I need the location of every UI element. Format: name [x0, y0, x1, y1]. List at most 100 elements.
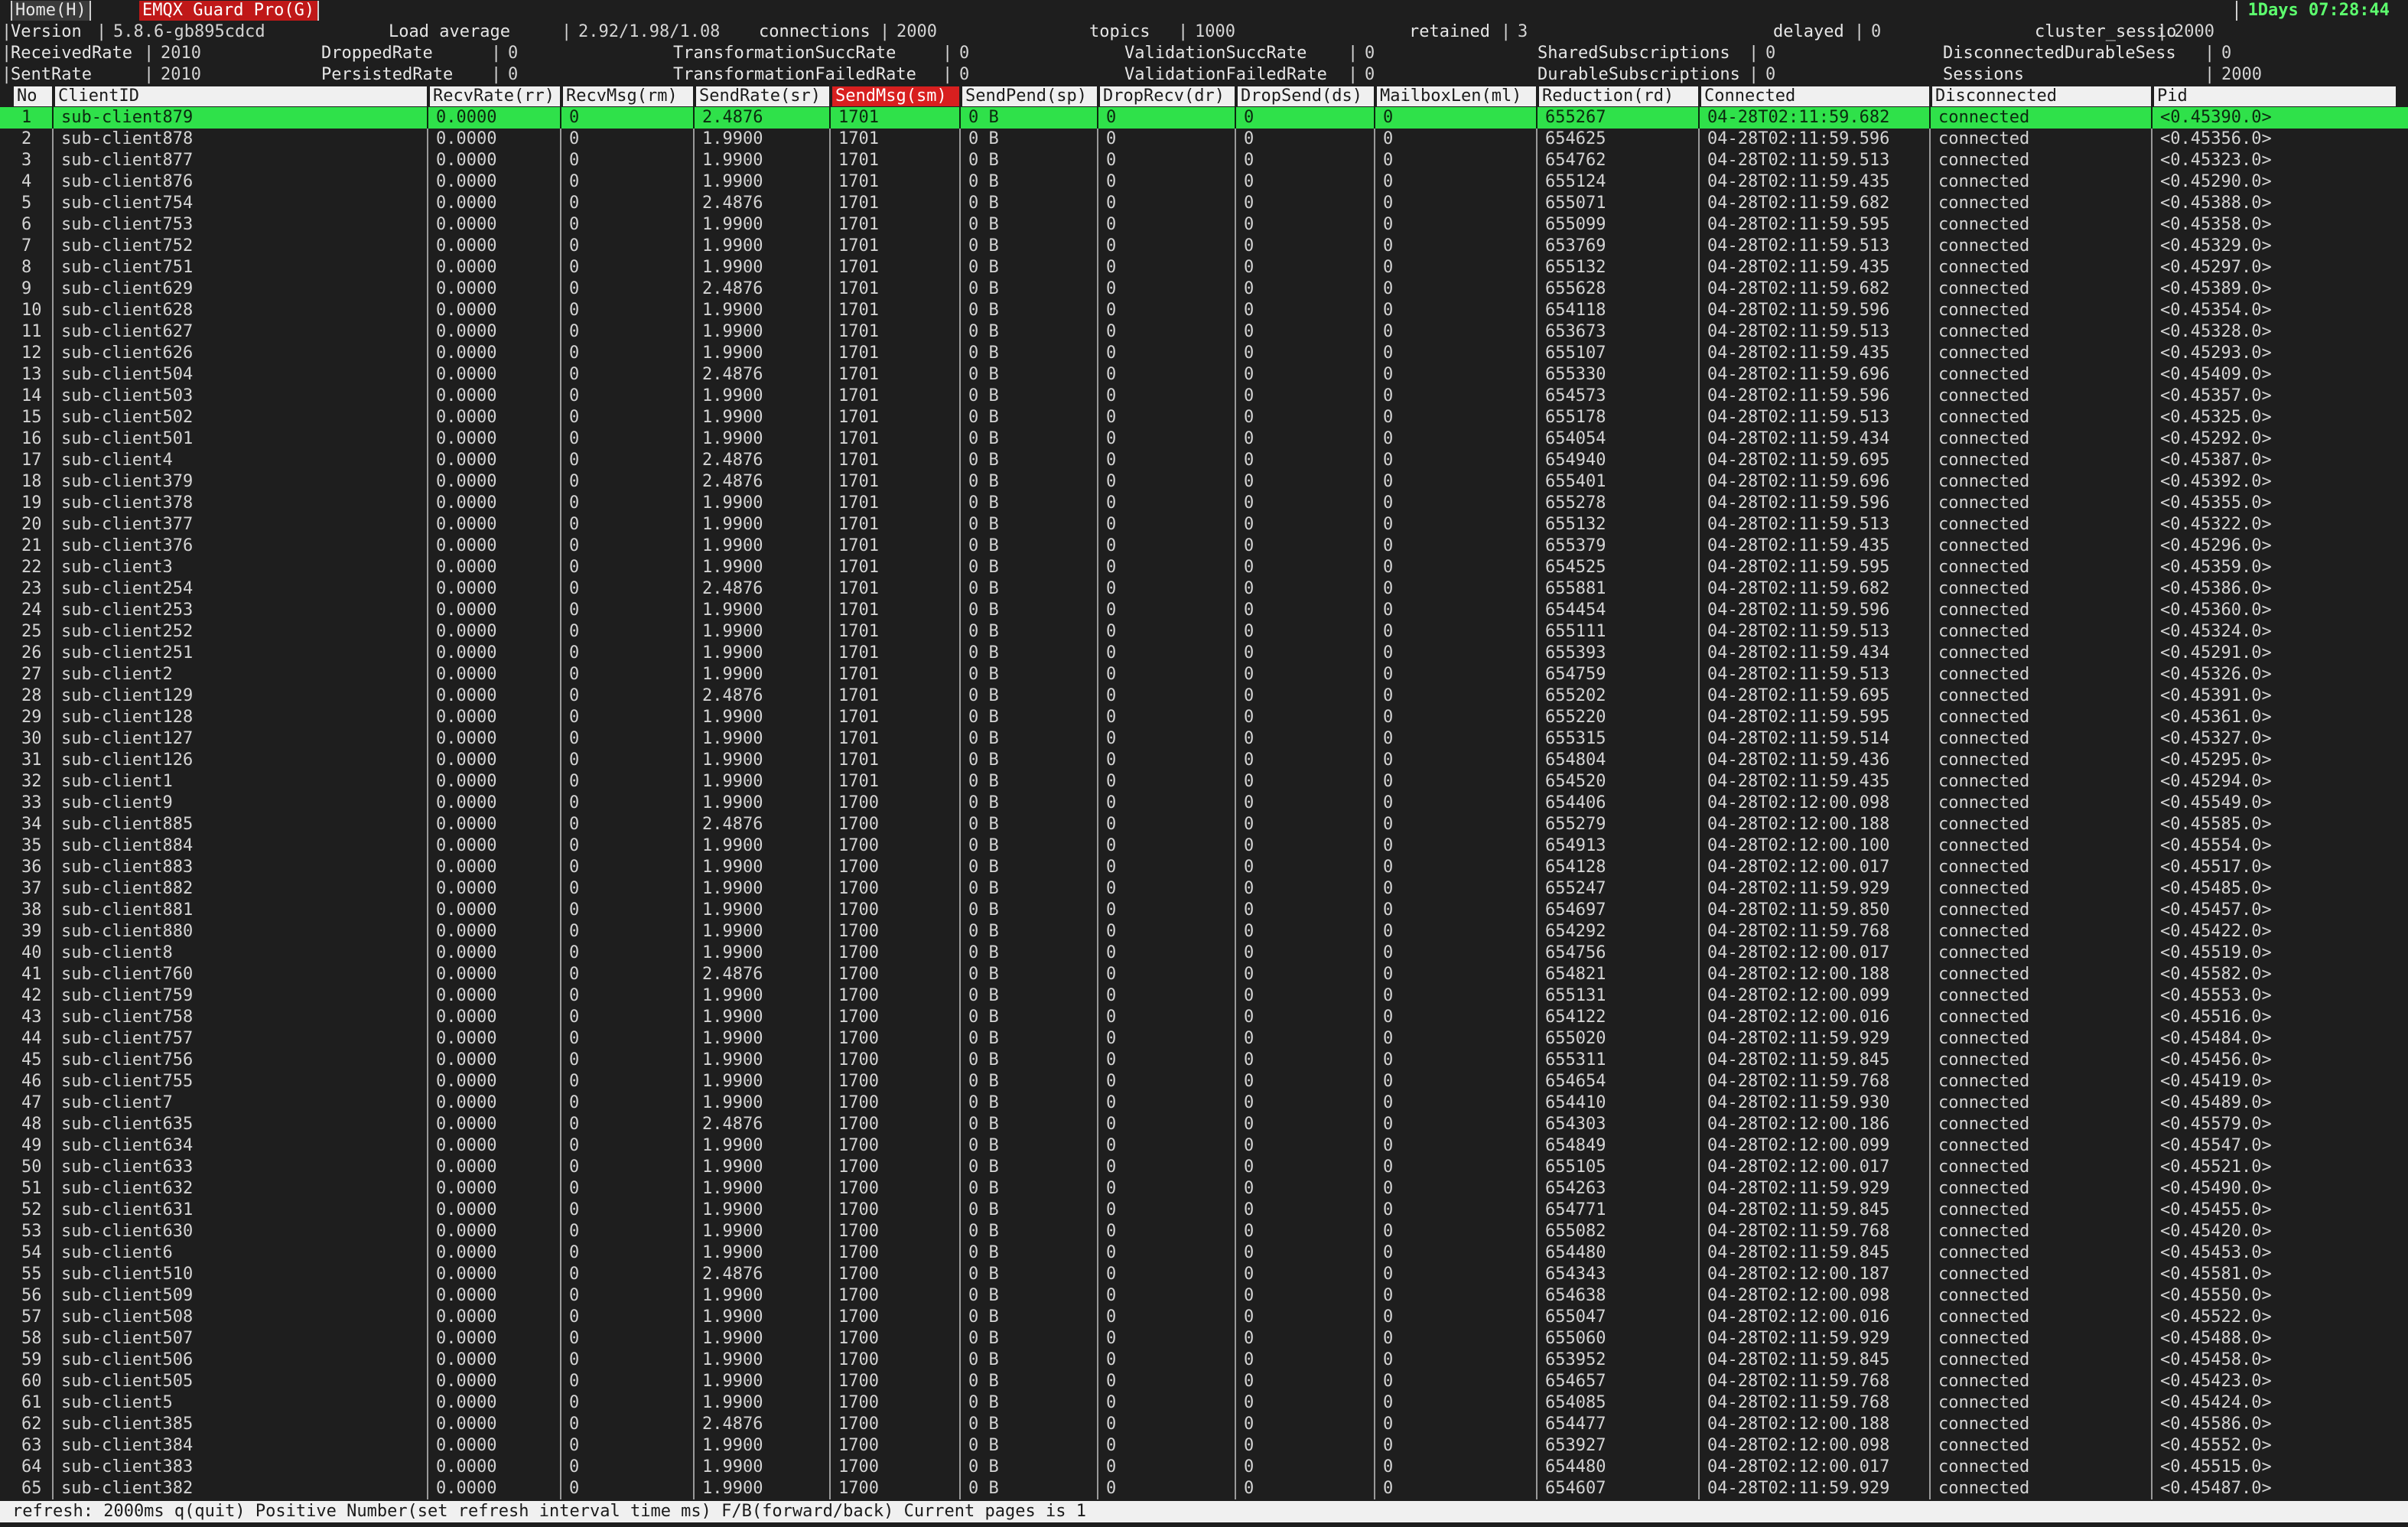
table-row[interactable]: 60 sub-client505 0.0000 0 1.9900 1700 0 B 0 0 0 65…	[0, 1371, 2408, 1392]
table-cell: 0.0000	[427, 1007, 560, 1028]
column-header-recvmsg-rm[interactable]: RecvMsg(rm)	[560, 86, 693, 106]
table-cell: 0.0000	[427, 1307, 560, 1328]
table-row[interactable]: 1 sub-client879 0.0000 0 2.4876 1701 0 B 0 0 0 655…	[0, 107, 2408, 129]
table-cell: 0.0000	[427, 343, 560, 364]
table-row[interactable]: 65 sub-client382 0.0000 0 1.9900 1700 0 B 0 0 0 65…	[0, 1478, 2408, 1499]
table-cell: 0	[1097, 578, 1235, 600]
column-header-mailboxlen-ml[interactable]: MailboxLen(ml)	[1374, 86, 1536, 106]
table-row[interactable]: 38 sub-client881 0.0000 0 1.9900 1700 0 B 0 0 0 65…	[0, 900, 2408, 921]
table-row[interactable]: 20 sub-client377 0.0000 0 1.9900 1701 0 B 0 0 0 65…	[0, 514, 2408, 536]
table-row[interactable]: 54 sub-client6 0.0000 0 1.9900 1700 0 B 0 0 0 6544…	[0, 1242, 2408, 1264]
table-row[interactable]: 42 sub-client759 0.0000 0 1.9900 1700 0 B 0 0 0 65…	[0, 985, 2408, 1007]
column-header-pid[interactable]: Pid	[2151, 86, 2396, 106]
table-row[interactable]: 27 sub-client2 0.0000 0 1.9900 1701 0 B 0 0 0 6547…	[0, 664, 2408, 685]
table-row[interactable]: 53 sub-client630 0.0000 0 1.9900 1700 0 B 0 0 0 65…	[0, 1221, 2408, 1242]
table-row[interactable]: 4 sub-client876 0.0000 0 1.9900 1701 0 B 0 0 0 655…	[0, 171, 2408, 193]
column-header-recvrate-rr[interactable]: RecvRate(rr)	[427, 86, 560, 106]
table-row[interactable]: 57 sub-client508 0.0000 0 1.9900 1700 0 B 0 0 0 65…	[0, 1307, 2408, 1328]
column-header-sendpend-sp[interactable]: SendPend(sp)	[959, 86, 1097, 106]
table-row[interactable]: 41 sub-client760 0.0000 0 2.4876 1700 0 B 0 0 0 65…	[0, 964, 2408, 985]
table-row[interactable]: 62 sub-client385 0.0000 0 2.4876 1700 0 B 0 0 0 65…	[0, 1414, 2408, 1435]
table-row[interactable]: 29 sub-client128 0.0000 0 1.9900 1701 0 B 0 0 0 65…	[0, 707, 2408, 728]
table-row[interactable]: 26 sub-client251 0.0000 0 1.9900 1701 0 B 0 0 0 65…	[0, 643, 2408, 664]
table-cell: 04-28T02:11:59.435	[1698, 536, 1929, 557]
table-row[interactable]: 34 sub-client885 0.0000 0 2.4876 1700 0 B 0 0 0 65…	[0, 814, 2408, 835]
table-cell: 04-28T02:11:59.513	[1698, 621, 1929, 643]
table-cell: sub-client878	[52, 129, 427, 150]
table-row[interactable]: 12 sub-client626 0.0000 0 1.9900 1701 0 B 0 0 0 65…	[0, 343, 2408, 364]
table-row[interactable]: 46 sub-client755 0.0000 0 1.9900 1700 0 B 0 0 0 65…	[0, 1071, 2408, 1092]
table-row[interactable]: 56 sub-client509 0.0000 0 1.9900 1700 0 B 0 0 0 65…	[0, 1285, 2408, 1307]
table-row[interactable]: 59 sub-client506 0.0000 0 1.9900 1700 0 B 0 0 0 65…	[0, 1350, 2408, 1371]
table-row[interactable]: 25 sub-client252 0.0000 0 1.9900 1701 0 B 0 0 0 65…	[0, 621, 2408, 643]
table-row[interactable]: 35 sub-client884 0.0000 0 1.9900 1700 0 B 0 0 0 65…	[0, 835, 2408, 857]
table-row[interactable]: 11 sub-client627 0.0000 0 1.9900 1701 0 B 0 0 0 65…	[0, 321, 2408, 343]
table-row[interactable]: 36 sub-client883 0.0000 0 1.9900 1700 0 B 0 0 0 65…	[0, 857, 2408, 878]
table-row[interactable]: 23 sub-client254 0.0000 0 2.4876 1701 0 B 0 0 0 65…	[0, 578, 2408, 600]
column-header-clientid[interactable]: ClientID	[52, 86, 427, 106]
table-cell: connected	[1929, 343, 2151, 364]
table-row[interactable]: 17 sub-client4 0.0000 0 2.4876 1701 0 B 0 0 0 6549…	[0, 450, 2408, 471]
table-cell: 0	[1374, 450, 1536, 471]
table-row[interactable]: 10 sub-client628 0.0000 0 1.9900 1701 0 B 0 0 0 65…	[0, 300, 2408, 321]
table-cell: <0.45291.0>	[2151, 643, 2396, 664]
table-row[interactable]: 55 sub-client510 0.0000 0 2.4876 1700 0 B 0 0 0 65…	[0, 1264, 2408, 1285]
table-row[interactable]: 43 sub-client758 0.0000 0 1.9900 1700 0 B 0 0 0 65…	[0, 1007, 2408, 1028]
table-row[interactable]: 18 sub-client379 0.0000 0 2.4876 1701 0 B 0 0 0 65…	[0, 471, 2408, 493]
table-row[interactable]: 45 sub-client756 0.0000 0 1.9900 1700 0 B 0 0 0 65…	[0, 1050, 2408, 1071]
table-row[interactable]: 52 sub-client631 0.0000 0 1.9900 1700 0 B 0 0 0 65…	[0, 1200, 2408, 1221]
table-cell: 0	[560, 257, 693, 278]
table-row[interactable]: 61 sub-client5 0.0000 0 1.9900 1700 0 B 0 0 0 6540…	[0, 1392, 2408, 1414]
table-cell: 0	[1097, 1050, 1235, 1071]
table-row[interactable]: 2 sub-client878 0.0000 0 1.9900 1701 0 B 0 0 0 654…	[0, 129, 2408, 150]
table-row[interactable]: 28 sub-client129 0.0000 0 2.4876 1701 0 B 0 0 0 65…	[0, 685, 2408, 707]
table-row[interactable]: 47 sub-client7 0.0000 0 1.9900 1700 0 B 0 0 0 6544…	[0, 1092, 2408, 1114]
column-header-disconnected[interactable]: Disconnected	[1929, 86, 2151, 106]
table-row[interactable]: 16 sub-client501 0.0000 0 1.9900 1701 0 B 0 0 0 65…	[0, 428, 2408, 450]
table-row[interactable]: 8 sub-client751 0.0000 0 1.9900 1701 0 B 0 0 0 655…	[0, 257, 2408, 278]
table-cell: 0	[560, 707, 693, 728]
table-cell: 1.9900	[693, 1285, 829, 1307]
column-header-reduction-rd[interactable]: Reduction(rd)	[1536, 86, 1698, 106]
table-row[interactable]: 22 sub-client3 0.0000 0 1.9900 1701 0 B 0 0 0 6545…	[0, 557, 2408, 578]
table-row[interactable]: 31 sub-client126 0.0000 0 1.9900 1701 0 B 0 0 0 65…	[0, 750, 2408, 771]
table-row[interactable]: 24 sub-client253 0.0000 0 1.9900 1701 0 B 0 0 0 65…	[0, 600, 2408, 621]
table-row[interactable]: 37 sub-client882 0.0000 0 1.9900 1700 0 B 0 0 0 65…	[0, 878, 2408, 900]
tab-home[interactable]: Home(H)	[11, 1, 91, 21]
table-row[interactable]: 40 sub-client8 0.0000 0 1.9900 1700 0 B 0 0 0 6547…	[0, 943, 2408, 964]
table-row[interactable]: 63 sub-client384 0.0000 0 1.9900 1700 0 B 0 0 0 65…	[0, 1435, 2408, 1457]
table-row[interactable]: 32 sub-client1 0.0000 0 1.9900 1701 0 B 0 0 0 6545…	[0, 771, 2408, 793]
column-header-dropsend-ds[interactable]: DropSend(ds)	[1235, 86, 1374, 106]
column-header-no[interactable]: No	[11, 86, 52, 106]
table-row[interactable]: 51 sub-client632 0.0000 0 1.9900 1700 0 B 0 0 0 65…	[0, 1178, 2408, 1200]
column-header-droprecv-dr[interactable]: DropRecv(dr)	[1097, 86, 1235, 106]
column-header-connected[interactable]: Connected	[1698, 86, 1929, 106]
table-row[interactable]: 19 sub-client378 0.0000 0 1.9900 1701 0 B 0 0 0 65…	[0, 493, 2408, 514]
table-row[interactable]: 30 sub-client127 0.0000 0 1.9900 1701 0 B 0 0 0 65…	[0, 728, 2408, 750]
table-row[interactable]: 49 sub-client634 0.0000 0 1.9900 1700 0 B 0 0 0 65…	[0, 1135, 2408, 1157]
table-row[interactable]: 48 sub-client635 0.0000 0 2.4876 1700 0 B 0 0 0 65…	[0, 1114, 2408, 1135]
table-row[interactable]: 3 sub-client877 0.0000 0 1.9900 1701 0 B 0 0 0 654…	[0, 150, 2408, 171]
table-cell: 0	[1235, 643, 1374, 664]
table-row[interactable]: 64 sub-client383 0.0000 0 1.9900 1700 0 B 0 0 0 65…	[0, 1457, 2408, 1478]
table-cell: 04-28T02:11:59.595	[1698, 214, 1929, 236]
table-cell: 39	[21, 922, 42, 941]
table-row[interactable]: 44 sub-client757 0.0000 0 1.9900 1700 0 B 0 0 0 65…	[0, 1028, 2408, 1050]
column-header-sendmsg-sm[interactable]: SendMsg(sm)	[829, 86, 959, 106]
table-row[interactable]: 6 sub-client753 0.0000 0 1.9900 1701 0 B 0 0 0 655…	[0, 214, 2408, 236]
table-row[interactable]: 15 sub-client502 0.0000 0 1.9900 1701 0 B 0 0 0 65…	[0, 407, 2408, 428]
table-row[interactable]: 50 sub-client633 0.0000 0 1.9900 1700 0 B 0 0 0 65…	[0, 1157, 2408, 1178]
tab-emqx-guard-pro[interactable]: EMQX Guard Pro(G)	[139, 1, 320, 21]
table-row[interactable]: 14 sub-client503 0.0000 0 1.9900 1701 0 B 0 0 0 65…	[0, 386, 2408, 407]
table-row[interactable]: 33 sub-client9 0.0000 0 1.9900 1700 0 B 0 0 0 6544…	[0, 793, 2408, 814]
table-row[interactable]: 7 sub-client752 0.0000 0 1.9900 1701 0 B 0 0 0 653…	[0, 236, 2408, 257]
table-cell: 2.4876	[693, 471, 829, 493]
table-row[interactable]: 21 sub-client376 0.0000 0 1.9900 1701 0 B 0 0 0 65…	[0, 536, 2408, 557]
table-row[interactable]: 58 sub-client507 0.0000 0 1.9900 1700 0 B 0 0 0 65…	[0, 1328, 2408, 1350]
table-row[interactable]: 9 sub-client629 0.0000 0 2.4876 1701 0 B 0 0 0 655…	[0, 278, 2408, 300]
column-header-sendrate-sr[interactable]: SendRate(sr)	[693, 86, 829, 106]
table-row[interactable]: 5 sub-client754 0.0000 0 2.4876 1701 0 B 0 0 0 655…	[0, 193, 2408, 214]
table-row[interactable]: 39 sub-client880 0.0000 0 1.9900 1700 0 B 0 0 0 65…	[0, 921, 2408, 943]
table-row[interactable]: 13 sub-client504 0.0000 0 2.4876 1701 0 B 0 0 0 65…	[0, 364, 2408, 386]
table-cell: 0	[560, 900, 693, 921]
